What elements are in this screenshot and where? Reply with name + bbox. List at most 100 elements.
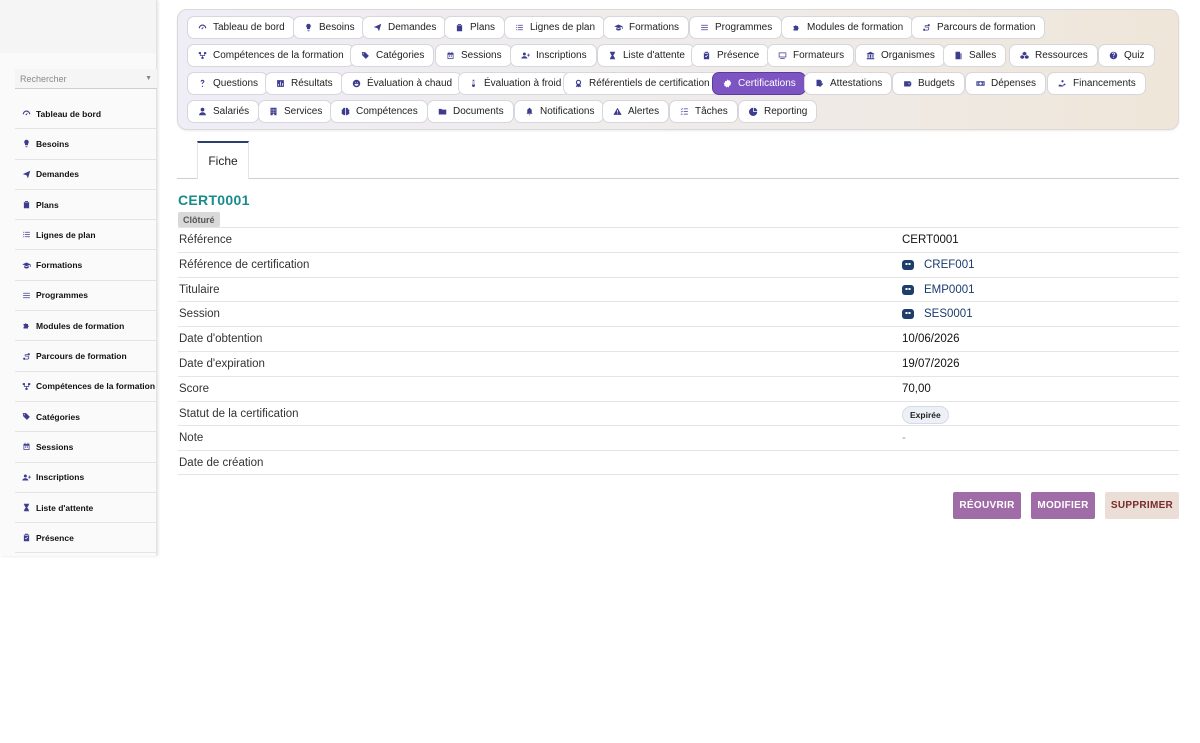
sidebar-item-label: Catégories [36,411,80,422]
field-link[interactable]: CREF001 [902,259,975,271]
award-icon [573,79,583,89]
sidebar-item[interactable]: Tableau de bord [15,99,157,130]
sidebar-item[interactable]: Inscriptions [15,463,157,493]
smile-icon [351,79,361,89]
gauge-icon [197,23,207,33]
delete-button[interactable]: SUPPRIMER [1105,492,1179,519]
nav-chip[interactable]: Programmes [689,16,783,39]
nav-chip-label: Tâches [695,106,728,117]
nav-chip[interactable]: Ressources [1009,44,1098,67]
nav-chip-label: Reporting [764,106,808,117]
nav-chip-label: Compétences de la formation [213,50,344,61]
nav-chip[interactable]: Alertes [602,100,670,123]
sidebar-item-label: Formations [36,260,83,271]
nav-chip[interactable]: Salariés [187,100,260,123]
sidebar-item[interactable]: Demandes [15,160,157,190]
nav-chip[interactable]: Notifications [514,100,605,123]
sidebar-item[interactable]: Parcours de formation [15,341,157,372]
sidebar-item[interactable]: Lignes de plan [15,220,157,251]
edit-button[interactable]: MODIFIER [1031,492,1095,519]
nav-chip[interactable]: Documents [427,100,514,123]
list-icon [21,230,31,240]
field-row: Date d'expiration 19/07/2026 [178,350,1179,376]
sidebar-item-label: Programmes [36,290,88,301]
sidebar-item-label: Sessions [36,441,74,452]
nav-chip-label: Inscriptions [536,50,587,61]
field-link[interactable]: EMP0001 [902,284,975,296]
sidebar-item-label: Tableau de bord [36,108,102,119]
reopen-button[interactable]: RÉOUVRIR [953,492,1021,519]
sidebar-item[interactable]: Présence [15,523,157,554]
nav-chip[interactable]: Modules de formation [781,16,914,39]
nav-chip-label: Évaluation à chaud [367,78,453,89]
nav-chip[interactable]: Présence [691,44,770,67]
nav-chip[interactable]: Certifications [712,72,806,95]
field-row: Date d'obtention 10/06/2026 [178,326,1179,351]
nav-chip[interactable]: Évaluation à froid [458,72,572,95]
nav-chip[interactable]: Liste d'attente [597,44,695,67]
nav-chip[interactable]: Organismes [855,44,945,67]
warning-icon [612,107,622,117]
nav-chip[interactable]: Catégories [350,44,435,67]
nav-chip[interactable]: Services [258,100,333,123]
search-select[interactable]: Rechercher ▼ [15,69,157,89]
sidebar-item[interactable]: Modules de formation [15,311,157,342]
field-value: 19/07/2026 [902,357,960,370]
calendar-icon [445,51,455,61]
bars-icon [21,290,31,300]
nav-chip[interactable]: Demandes [362,16,447,39]
field-value: SES0001 [924,308,973,321]
nav-chip[interactable]: Tableau de bord [187,16,295,39]
nav-chip-label: Questions [213,78,259,89]
link-icon [902,284,914,295]
tasks-icon [679,107,689,117]
nav-chip[interactable]: Questions [187,72,269,95]
field-label: Date d'expiration [179,357,265,370]
nav-chip[interactable]: Financements [1047,72,1146,95]
nav-chip[interactable]: Plans [444,16,506,39]
nav-chip[interactable]: Besoins [293,16,365,39]
field-value: 10/06/2026 [902,333,960,346]
nav-chip[interactable]: Sessions [435,44,512,67]
sidebar-item-label: Liste d'attente [36,502,94,513]
sidebar-item[interactable]: Sessions [15,432,157,463]
nav-chip[interactable]: Tâches [669,100,738,123]
nav-chip[interactable]: Formateurs [767,44,855,67]
field-link[interactable]: SES0001 [902,308,973,320]
poll-icon [275,79,285,89]
nav-chip[interactable]: Compétences [330,100,428,123]
link-icon [902,309,914,320]
sidebar-header [0,0,156,53]
nav-chip[interactable]: Attestations [804,72,893,95]
hourglass-icon [607,51,617,61]
nav-chip[interactable]: Formations [603,16,690,39]
sidebar-item[interactable]: Besoins [15,129,157,160]
nav-chip[interactable]: Compétences de la formation [187,44,354,67]
nav-chip[interactable]: Budgets [892,72,965,95]
nav-chip[interactable]: Dépenses [965,72,1047,95]
nav-chip[interactable]: Lignes de plan [504,16,606,39]
tab-fiche[interactable]: Fiche [197,141,249,179]
field-label: Référence de certification [179,258,310,271]
sidebar-item[interactable]: Programmes [15,281,157,312]
nav-chip[interactable]: Quiz [1098,44,1155,67]
nav-chip[interactable]: Inscriptions [510,44,597,67]
sidebar-item[interactable]: Liste d'attente [15,493,157,524]
nav-chip-label: Salles [969,50,997,61]
bars-icon [699,23,709,33]
sidebar-item[interactable]: Plans [15,190,157,221]
nav-chip[interactable]: Évaluation à chaud [341,72,463,95]
wallet-icon [902,79,912,89]
nav-chip[interactable]: Reporting [738,100,818,123]
sidebar-item[interactable]: Compétences de la formation [15,372,157,402]
field-label: Note [179,432,204,445]
nav-chip-label: Documents [453,106,504,117]
sidebar-item[interactable]: Formations [15,250,157,281]
nav-chip[interactable]: Salles [943,44,1007,67]
nav-chip[interactable]: Résultats [265,72,343,95]
nav-chip[interactable]: Parcours de formation [911,16,1046,39]
nav-chip[interactable]: Référentiels de certification [563,72,720,95]
sidebar-item[interactable]: Catégories [15,402,157,433]
field-row: Statut de la certification Expirée [178,400,1179,426]
nav-chip-label: Formateurs [793,50,845,61]
